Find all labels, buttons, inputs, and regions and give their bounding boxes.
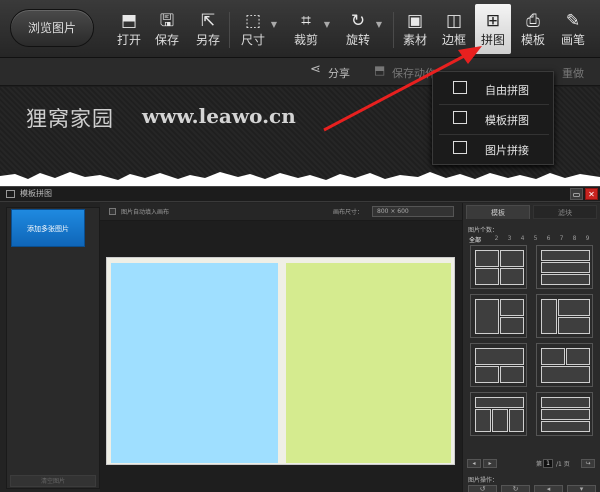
count-all-filter[interactable]: 全部 xyxy=(468,235,482,244)
template-pager: ◂ ▸ 第 1 /1 页 ↪ xyxy=(467,459,597,469)
window-app-icon xyxy=(6,190,15,198)
count-filter[interactable]: 9 xyxy=(583,235,592,242)
collage-canvas xyxy=(106,257,455,465)
canvas-size-label: 画布尺寸： xyxy=(333,209,364,216)
count-filter[interactable]: 3 xyxy=(505,235,514,242)
picture-count-label: 图片个数： xyxy=(468,227,499,234)
count-filter[interactable]: 8 xyxy=(570,235,579,242)
count-filter[interactable]: 2 xyxy=(492,235,501,242)
template-thumb[interactable] xyxy=(536,392,593,436)
template-collage-window: 模板拼图 ▭ ✕ 添加多张图片 清空图片 图片自动填入画布 画布尺寸： 800 … xyxy=(0,186,600,492)
red-pointer-arrow xyxy=(323,46,482,132)
canvas-options-bar: 图片自动填入画布 画布尺寸： 800 × 600 xyxy=(100,203,462,221)
flip-button[interactable]: ◂ xyxy=(534,485,563,492)
auto-fill-label: 图片自动填入画布 xyxy=(121,209,170,216)
template-thumb[interactable] xyxy=(536,245,593,289)
canvas-area: 图片自动填入画布 画布尺寸： 800 × 600 xyxy=(100,203,462,492)
template-thumb[interactable] xyxy=(470,392,527,436)
count-filter[interactable]: 7 xyxy=(557,235,566,242)
tab-template[interactable]: 模板 xyxy=(466,205,530,219)
count-filter[interactable]: 6 xyxy=(544,235,553,242)
count-filter[interactable]: 5 xyxy=(531,235,540,242)
page-number-input[interactable]: 1 xyxy=(543,459,553,468)
rotate-left-button[interactable]: ↺ xyxy=(468,485,497,492)
collage-cell-right[interactable] xyxy=(286,263,451,463)
maximize-button[interactable]: ▭ xyxy=(570,188,583,200)
page-prefix: 第 xyxy=(536,461,543,468)
add-images-button[interactable]: 添加多张图片 xyxy=(11,209,85,247)
prev-page-button[interactable]: ◂ xyxy=(467,459,481,468)
template-thumb[interactable] xyxy=(470,294,527,338)
go-page-button[interactable]: ↪ xyxy=(581,459,595,468)
close-button[interactable]: ✕ xyxy=(585,188,598,200)
window-title: 模板拼图 xyxy=(20,189,52,198)
window-titlebar: 模板拼图 ▭ ✕ xyxy=(0,187,600,202)
screenshot-top-section: 浏览图片 ⬒ 打开 🖫 保存 ⇱ 另存 ⬚ 尺寸 ▼ ⌗ 裁剪 ▼ ↻ 旋转 ▼ xyxy=(0,0,600,183)
canvas-size-select[interactable]: 800 × 600 xyxy=(372,206,454,217)
rotate-right-button[interactable]: ↻ xyxy=(501,485,530,492)
count-filter[interactable]: 4 xyxy=(518,235,527,242)
template-panel: 模板 滤块 图片个数： 全部 2 3 4 5 6 7 8 9 ◂ ▸ 第 1 /… xyxy=(462,203,600,492)
picture-operations-label: 图片操作： xyxy=(468,477,499,484)
template-thumb[interactable] xyxy=(536,294,593,338)
collage-cell-left[interactable] xyxy=(111,263,278,463)
auto-fill-checkbox[interactable] xyxy=(109,208,116,215)
next-page-button[interactable]: ▸ xyxy=(483,459,497,468)
move-button[interactable]: ▾ xyxy=(567,485,596,492)
tab-filter[interactable]: 滤块 xyxy=(533,205,597,219)
template-thumb[interactable] xyxy=(470,245,527,289)
image-list-panel xyxy=(6,207,100,489)
clear-images-button[interactable]: 清空图片 xyxy=(10,475,96,487)
template-thumb[interactable] xyxy=(470,343,527,387)
template-thumb[interactable] xyxy=(536,343,593,387)
page-total: /1 页 xyxy=(556,461,570,468)
